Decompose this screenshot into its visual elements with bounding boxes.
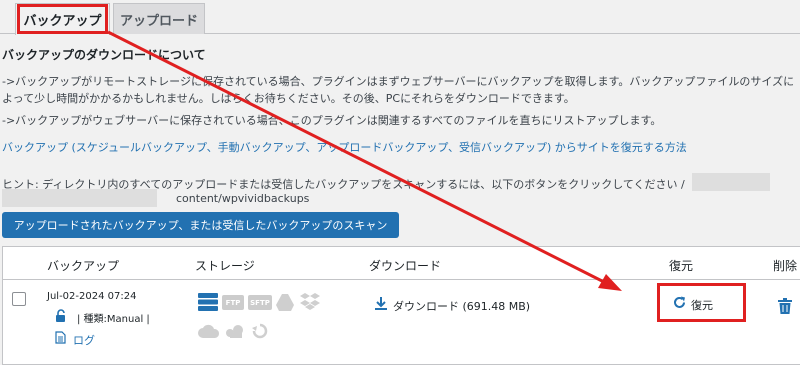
sync-icon <box>251 323 269 339</box>
unlock-icon[interactable] <box>55 309 67 326</box>
column-header-delete: 削除 <box>773 259 798 273</box>
nav-tabs: バックアップ アップロード <box>0 0 800 35</box>
backup-type: | 種類:Manual | <box>77 314 150 325</box>
download-link[interactable]: ダウンロード (691.48 MB) <box>393 298 530 314</box>
dropbox-icon <box>300 293 320 311</box>
backup-date: Jul-02-2024 07:24 <box>47 291 137 302</box>
column-header-restore: 復元 <box>669 259 694 273</box>
sftp-icon: SFTP <box>248 295 272 310</box>
log-link[interactable]: ログ <box>73 332 95 348</box>
refresh-icon <box>673 296 686 313</box>
row-checkbox[interactable] <box>12 292 26 306</box>
tab-upload[interactable]: アップロード <box>113 3 205 34</box>
restore-button[interactable]: 復元 <box>673 296 713 313</box>
description-line-3: ->バックアップがウェブサーバーに保存されている場合、このプラグインは関連するす… <box>2 114 662 127</box>
redacted-path-2 <box>2 189 157 207</box>
ftp-icon: FTP <box>222 295 244 310</box>
google-drive-icon <box>276 293 294 311</box>
document-icon <box>55 331 66 347</box>
description-line-1: ->バックアップがリモートストレージに保存されている場合、プラグインはまずウェブ… <box>2 75 795 88</box>
column-header-storage: ストレージ <box>195 259 255 273</box>
column-header-backup: バックアップ <box>47 259 120 273</box>
cloud-icon <box>224 323 246 339</box>
restore-label: 復元 <box>691 298 713 312</box>
restore-howto-link[interactable]: バックアップ (スケジュールバックアップ、手動バックアップ、アップロードバックア… <box>2 139 687 155</box>
scan-backups-button[interactable]: アップロードされたバックアップ、または受信したバックアップのスキャン <box>2 212 399 238</box>
download-icon[interactable] <box>375 297 387 313</box>
tab-backup[interactable]: バックアップ <box>15 3 110 35</box>
column-header-download: ダウンロード <box>369 259 442 273</box>
server-icon <box>198 293 218 311</box>
section-heading: バックアップのダウンロードについて <box>2 48 206 62</box>
hint-path: content/wpvividbackups <box>176 192 310 205</box>
redacted-path-1 <box>692 173 770 191</box>
onedrive-icon <box>198 323 220 339</box>
description-line-2: よって少し時間がかかるかもしれません。しばらくお待ちください。その後、PCにそれ… <box>2 92 575 105</box>
trash-icon[interactable] <box>778 298 792 314</box>
header-divider <box>3 279 800 280</box>
